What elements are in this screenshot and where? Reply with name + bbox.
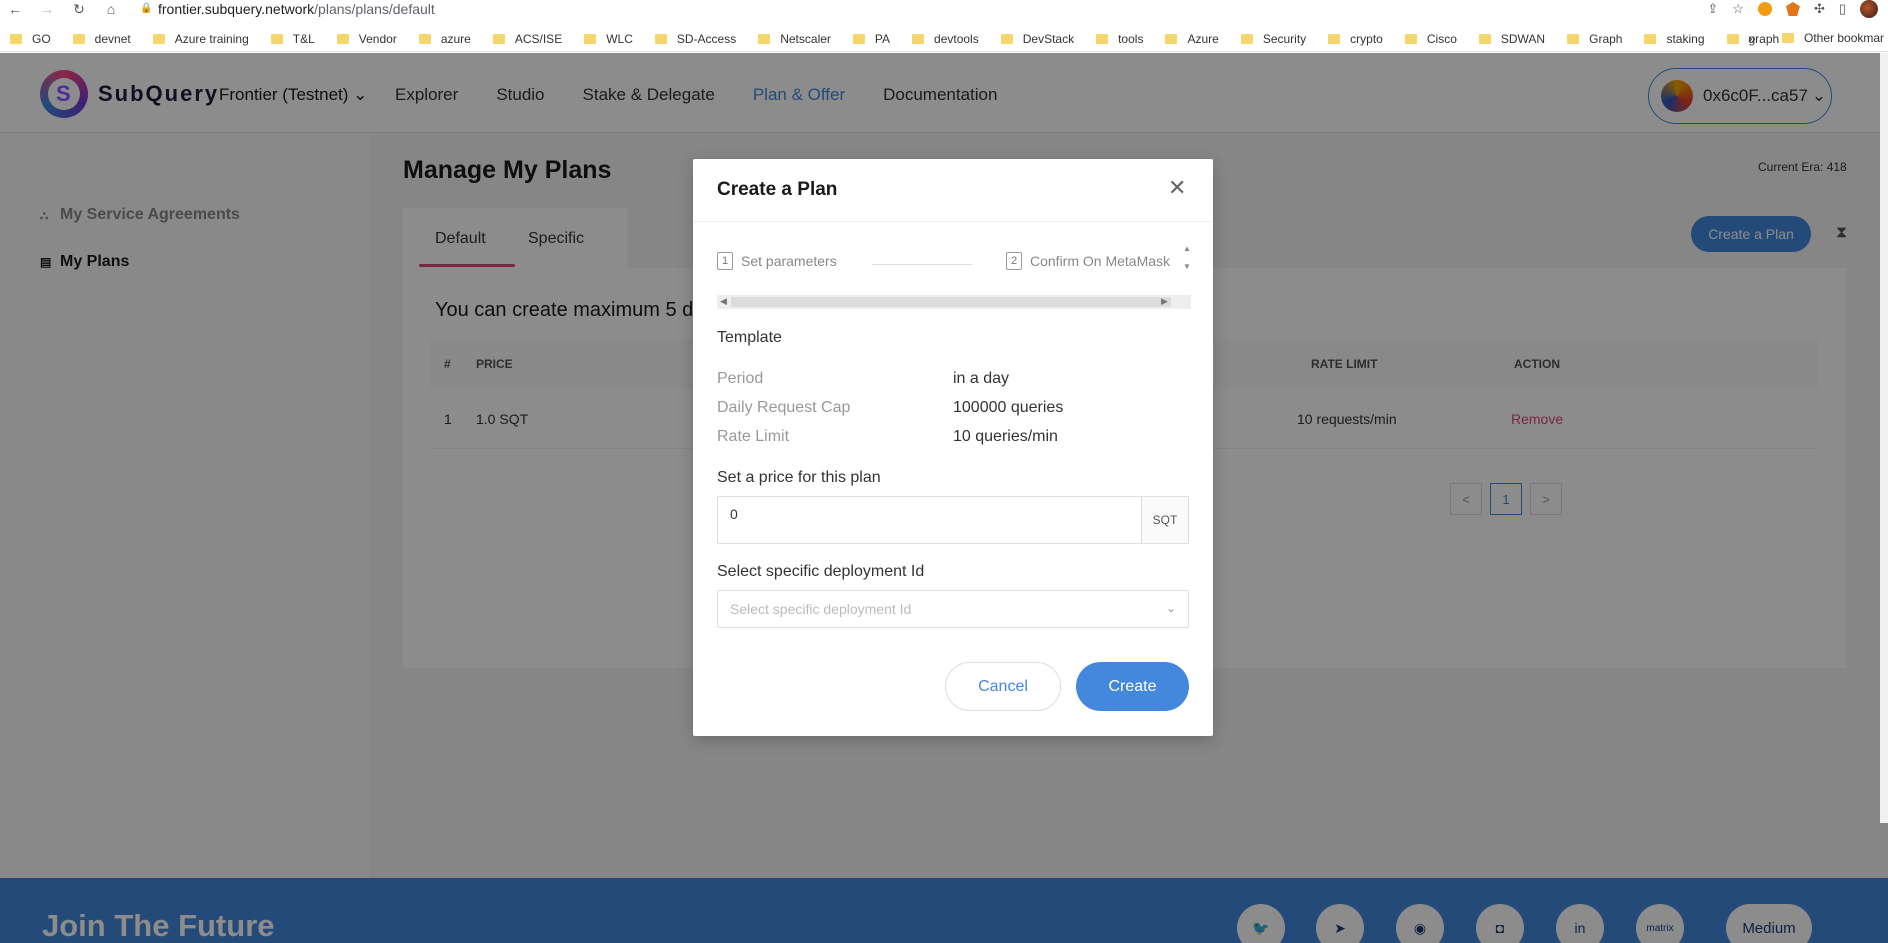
folder-icon bbox=[852, 33, 865, 44]
folder-icon bbox=[584, 33, 597, 44]
folder-icon bbox=[270, 33, 283, 44]
bookmark-item[interactable]: DevStack bbox=[1000, 32, 1074, 46]
template-label: Template bbox=[717, 329, 782, 346]
vertical-scrollbar[interactable] bbox=[1880, 53, 1888, 823]
steps-horizontal-scrollbar[interactable]: ◀ ▶ bbox=[717, 295, 1191, 309]
step-set-parameters: 1 Set parameters bbox=[717, 252, 837, 270]
puzzle-icon[interactable]: ✣ bbox=[1814, 1, 1825, 17]
folder-icon bbox=[1644, 33, 1657, 44]
steps-vertical-scrollbar[interactable]: ▲ ▼ bbox=[1183, 244, 1191, 284]
bookmarks-more-button[interactable]: » bbox=[1748, 30, 1756, 46]
create-plan-modal: Create a Plan ✕ 1 Set parameters 2 Confi… bbox=[693, 159, 1213, 736]
bookmark-item[interactable]: azure bbox=[418, 32, 471, 46]
folder-icon bbox=[72, 33, 85, 44]
folder-icon bbox=[1096, 33, 1109, 44]
bookmark-item[interactable]: WLC bbox=[584, 32, 633, 46]
folder-icon bbox=[1240, 33, 1253, 44]
bookmark-item[interactable]: T&L bbox=[270, 32, 315, 46]
folder-icon bbox=[1782, 33, 1794, 43]
price-field: SQT bbox=[717, 496, 1189, 544]
metamask-icon[interactable] bbox=[1785, 2, 1800, 16]
url-text[interactable]: frontier.subquery.network/plans/plans/de… bbox=[158, 1, 435, 17]
bookmark-item[interactable]: crypto bbox=[1328, 32, 1383, 46]
price-input[interactable] bbox=[718, 497, 1141, 543]
folder-icon bbox=[1000, 33, 1013, 44]
steps: 1 Set parameters 2 Confirm On MetaMask ▲… bbox=[717, 244, 1191, 284]
bookmark-item[interactable]: Netscaler bbox=[758, 32, 831, 46]
bookmarks-bar: GO devnet Azure training T&L Vendor azure ACS/… bbox=[0, 26, 1888, 52]
share-icon[interactable]: ⇪ bbox=[1707, 1, 1718, 17]
forward-icon[interactable]: → bbox=[40, 2, 54, 16]
folder-icon bbox=[1165, 33, 1178, 44]
folder-icon bbox=[758, 33, 771, 44]
chevron-down-icon: ⌄ bbox=[1165, 601, 1176, 615]
bookmark-item[interactable]: SD-Access bbox=[654, 32, 736, 46]
price-unit: SQT bbox=[1141, 497, 1188, 543]
folder-icon bbox=[418, 33, 431, 44]
template-rate-limit: Rate Limit 10 queries/min bbox=[717, 428, 1058, 445]
folder-icon bbox=[336, 33, 349, 44]
bookmark-item[interactable]: Vendor bbox=[336, 32, 397, 46]
step-confirm-metamask: 2 Confirm On MetaMask bbox=[1006, 252, 1170, 270]
template-daily-cap: Daily Request Cap 100000 queries bbox=[717, 399, 1064, 416]
bookmark-item[interactable]: Security bbox=[1240, 32, 1306, 46]
folder-icon bbox=[1726, 33, 1739, 44]
browser-address-bar: ← → ↻ ⌂ 🔒 frontier.subquery.network/plan… bbox=[0, 0, 1888, 18]
other-bookmarks[interactable]: Other bookmar bbox=[1782, 31, 1884, 45]
modal-title: Create a Plan bbox=[717, 179, 838, 200]
folder-icon bbox=[10, 33, 22, 44]
lock-icon: 🔒 bbox=[140, 3, 153, 14]
folder-icon bbox=[492, 33, 505, 44]
bookmark-item[interactable]: Graph bbox=[1567, 32, 1622, 46]
back-icon[interactable]: ← bbox=[8, 2, 22, 16]
bookmark-item[interactable]: Cisco bbox=[1404, 32, 1457, 46]
template-period: Period in a day bbox=[717, 370, 1010, 387]
reload-icon[interactable]: ↻ bbox=[72, 2, 86, 16]
folder-icon bbox=[1328, 33, 1341, 44]
bookmark-item[interactable]: tools bbox=[1096, 32, 1143, 46]
price-label: Set a price for this plan bbox=[717, 469, 881, 486]
bookmark-item[interactable]: GO bbox=[10, 32, 51, 46]
folder-icon bbox=[1478, 33, 1491, 44]
step-number-icon: 2 bbox=[1006, 252, 1022, 270]
step-number-icon: 1 bbox=[717, 252, 733, 270]
folder-icon bbox=[1404, 33, 1417, 44]
home-icon[interactable]: ⌂ bbox=[104, 2, 118, 16]
modal-header: Create a Plan ✕ bbox=[693, 159, 1213, 222]
create-button[interactable]: Create bbox=[1076, 662, 1189, 711]
deployment-label: Select specific deployment Id bbox=[717, 563, 925, 580]
folder-icon bbox=[152, 33, 165, 44]
bookmark-item[interactable]: SDWAN bbox=[1478, 32, 1545, 46]
bookmark-item[interactable]: Azure training bbox=[152, 32, 249, 46]
close-icon[interactable]: ✕ bbox=[1168, 175, 1186, 201]
cancel-button[interactable]: Cancel bbox=[945, 662, 1061, 711]
bookmark-item[interactable]: devtools bbox=[912, 32, 979, 46]
deployment-select[interactable]: Select specific deployment Id ⌄ bbox=[717, 590, 1189, 628]
browser-actions: ⇪ ☆ ✣ ▯ bbox=[1707, 0, 1878, 18]
sidepanel-icon[interactable]: ▯ bbox=[1839, 1, 1846, 17]
star-icon[interactable]: ☆ bbox=[1732, 1, 1744, 17]
folder-icon bbox=[1567, 33, 1580, 44]
folder-icon bbox=[912, 33, 925, 44]
bookmark-item[interactable]: ACS/ISE bbox=[492, 32, 562, 46]
bookmark-item[interactable]: Azure bbox=[1165, 32, 1219, 46]
bookmark-item[interactable]: devnet bbox=[72, 32, 131, 46]
step-connector bbox=[872, 264, 972, 265]
bookmark-item[interactable]: PA bbox=[852, 32, 890, 46]
profile-avatar[interactable] bbox=[1860, 0, 1878, 18]
bookmark-item[interactable]: staking bbox=[1644, 32, 1705, 46]
extension-icon[interactable] bbox=[1757, 2, 1772, 16]
folder-icon bbox=[654, 33, 667, 44]
